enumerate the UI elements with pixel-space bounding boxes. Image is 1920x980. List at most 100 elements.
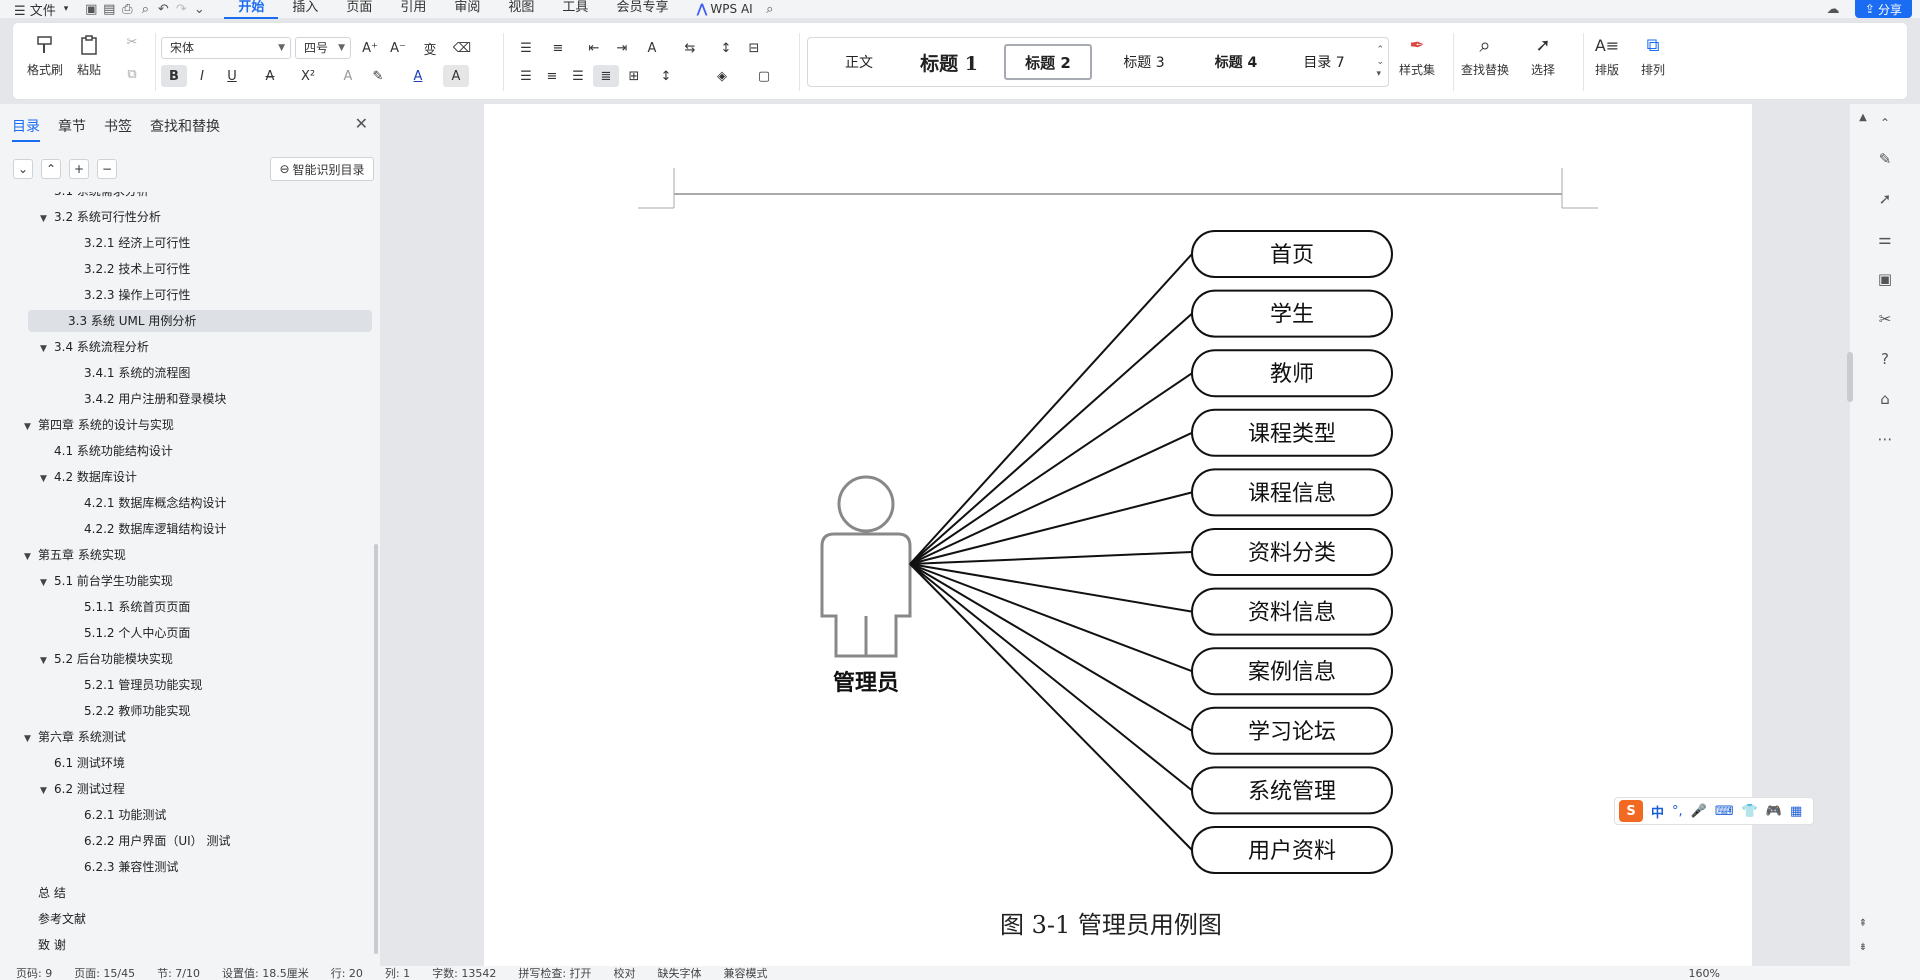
toc-item[interactable]: 4.2.1 数据库概念结构设计: [70, 492, 226, 514]
chinese-layout-icon[interactable]: A: [639, 37, 665, 59]
cloud-sync-icon[interactable]: ☁: [1824, 0, 1842, 18]
tab-view[interactable]: 视图: [494, 0, 548, 19]
style-normal[interactable]: 正文: [824, 38, 894, 86]
nav-tab-bookmarks[interactable]: 书签: [104, 116, 132, 142]
style-heading-3[interactable]: 标题 3: [1100, 38, 1188, 86]
more-quick-access-icon[interactable]: ⌄: [190, 0, 208, 18]
distributed-icon[interactable]: ⊞: [621, 65, 647, 87]
arrange-button[interactable]: ⧉ 排列: [1639, 31, 1667, 78]
status-compat-mode[interactable]: 兼容模式: [724, 966, 768, 980]
clear-format-icon[interactable]: ⌫: [449, 37, 475, 59]
scroll-up-icon[interactable]: ▲: [1850, 104, 1876, 130]
toc-item[interactable]: ▼ 第六章 系统测试: [24, 726, 126, 748]
toc-item[interactable]: ▼ 第五章 系统实现: [24, 544, 126, 566]
toc-item[interactable]: ▼ 5.2 后台功能模块实现: [40, 648, 173, 670]
font-name-select[interactable]: 宋体 ▼: [161, 37, 291, 59]
toc-item[interactable]: 4.1 系统功能结构设计: [40, 440, 173, 462]
toc-item[interactable]: ▼ 第四章 系统的设计与实现: [24, 414, 174, 436]
ime-mode[interactable]: 中: [1651, 802, 1664, 821]
more-icon[interactable]: ⋯: [1872, 426, 1898, 452]
line-spacing-icon[interactable]: ↕: [653, 65, 679, 87]
align-right-icon[interactable]: ☰: [565, 65, 591, 87]
close-icon[interactable]: ✕: [355, 114, 368, 133]
print-preview-icon[interactable]: ⌕: [136, 0, 154, 18]
ime-toolbar[interactable]: S 中 °, 🎤 ⌨ 👕 🎮 ▦: [1614, 797, 1814, 825]
status-page[interactable]: 页面: 15/45: [74, 966, 135, 980]
expand-arrow-icon[interactable]: ▼: [40, 208, 54, 230]
toc-item[interactable]: 5.1.1 系统首页页面: [70, 596, 190, 618]
file-menu[interactable]: ☰ 文件: [10, 0, 60, 19]
undo-icon[interactable]: ↶: [154, 0, 172, 18]
bold-icon[interactable]: B: [161, 65, 187, 87]
status-column[interactable]: 列: 1: [385, 966, 410, 980]
shirt-icon[interactable]: ⌂: [1872, 386, 1898, 412]
sort-icon[interactable]: ↕: [713, 37, 739, 59]
show-marks-icon[interactable]: ⊟: [741, 37, 767, 59]
toc-item[interactable]: 6.2.1 功能测试: [70, 804, 166, 826]
nav-tab-find-replace[interactable]: 查找和替换: [150, 116, 220, 142]
file-menu-chevron-icon[interactable]: ▾: [60, 0, 73, 18]
tab-member[interactable]: 会员专享: [602, 0, 682, 19]
style-set-button[interactable]: ✒ 样式集: [1399, 31, 1435, 78]
smart-toc-button[interactable]: ⊖ 智能识别目录: [270, 157, 374, 181]
help-icon[interactable]: ?: [1872, 346, 1898, 372]
toc-item[interactable]: 3.4.2 用户注册和登录模块: [70, 388, 226, 410]
cut-icon[interactable]: ✂: [119, 31, 145, 53]
prev-page-icon[interactable]: ⇞: [1850, 910, 1876, 936]
font-size-select[interactable]: 四号 ▼: [295, 37, 351, 59]
numbered-list-icon[interactable]: ≡: [545, 37, 571, 59]
toc-item[interactable]: 3.3 系统 UML 用例分析: [28, 310, 372, 332]
expand-up-button[interactable]: ⌃: [41, 159, 61, 179]
shading-icon[interactable]: ◈: [709, 65, 735, 87]
phonetic-guide-icon[interactable]: 变: [417, 37, 443, 59]
tab-insert[interactable]: 插入: [278, 0, 332, 19]
edit-icon[interactable]: ✎: [1872, 146, 1898, 172]
tools-icon[interactable]: ✂: [1872, 306, 1898, 332]
borders-icon[interactable]: ▢: [751, 65, 777, 87]
document-scrollbar[interactable]: [1847, 352, 1853, 402]
toc-item[interactable]: 5.2.1 管理员功能实现: [70, 674, 202, 696]
toc-item[interactable]: ▼ 3.2 系统可行性分析: [40, 206, 161, 228]
image-icon[interactable]: ▣: [1872, 266, 1898, 292]
toc-item[interactable]: 6.1 测试环境: [40, 752, 125, 774]
tab-home[interactable]: 开始: [224, 0, 279, 19]
add-heading-button[interactable]: +: [69, 159, 89, 179]
styles-scroll-icon[interactable]: ⌃ ⌄ ▾: [1376, 44, 1384, 80]
game-icon[interactable]: 🎮: [1766, 804, 1782, 819]
justify-icon[interactable]: ≣: [593, 65, 619, 87]
align-left-icon[interactable]: ☰: [513, 65, 539, 87]
save-icon[interactable]: ▣: [82, 0, 100, 18]
wps-ai-button[interactable]: WPS AI: [710, 2, 752, 16]
search-icon[interactable]: ⌕: [761, 0, 779, 18]
expand-arrow-icon[interactable]: ▼: [40, 780, 54, 802]
status-page-number[interactable]: 页码: 9: [16, 966, 52, 980]
status-line[interactable]: 行: 20: [331, 966, 363, 980]
toc-item[interactable]: 3.2.1 经济上可行性: [70, 232, 190, 254]
toc-item[interactable]: 3.1 系统需求分析: [40, 192, 149, 202]
toc-item[interactable]: 致 谢: [24, 934, 66, 956]
nav-tab-sections[interactable]: 章节: [58, 116, 86, 142]
style-heading-4[interactable]: 标题 4: [1192, 38, 1280, 86]
select-cursor-icon[interactable]: ➚: [1872, 186, 1898, 212]
punctuation-icon[interactable]: °,: [1672, 804, 1683, 819]
superscript-icon[interactable]: X²: [295, 65, 321, 87]
adjust-icon[interactable]: ⚌: [1872, 226, 1898, 252]
status-spellcheck[interactable]: 拼写检查: 打开: [518, 966, 591, 980]
increase-indent-icon[interactable]: ⇥: [609, 37, 635, 59]
bullet-list-icon[interactable]: ☰: [513, 37, 539, 59]
expand-arrow-icon[interactable]: ▼: [24, 546, 38, 568]
expand-arrow-icon[interactable]: ▼: [40, 650, 54, 672]
status-missing-fonts[interactable]: 缺失字体: [658, 966, 702, 980]
toc-item[interactable]: 4.2.2 数据库逻辑结构设计: [70, 518, 226, 540]
shrink-font-icon[interactable]: A⁻: [385, 37, 411, 59]
toc-item[interactable]: 6.2.2 用户界面（UI） 测试: [70, 830, 231, 852]
expand-arrow-icon[interactable]: ▼: [24, 728, 38, 750]
nav-scrollbar[interactable]: [374, 544, 378, 954]
copy-icon[interactable]: ⧉: [119, 63, 145, 85]
layout-button[interactable]: A≡ 排版: [1593, 31, 1621, 78]
use-case-diagram[interactable]: 管理员 首页学生教师课程类型课程信息资料分类资料信息案例信息学习论坛系统管理用户资…: [484, 104, 1752, 904]
tab-review[interactable]: 审阅: [440, 0, 494, 19]
status-zoom[interactable]: 160%: [1689, 967, 1720, 980]
tab-tools[interactable]: 工具: [548, 0, 602, 19]
grid-menu-icon[interactable]: ▦: [1790, 804, 1802, 819]
